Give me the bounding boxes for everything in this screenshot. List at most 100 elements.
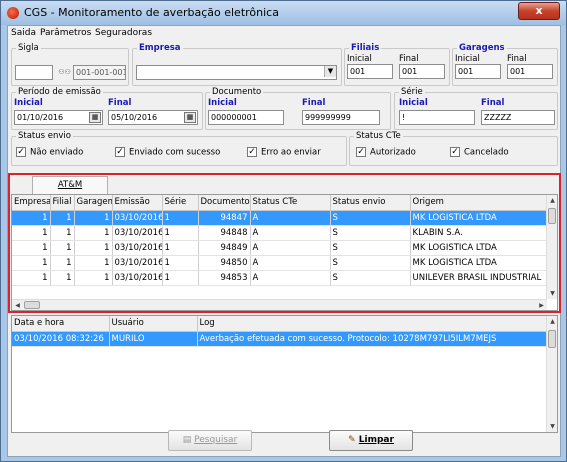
column-header[interactable]: Garagem	[74, 195, 113, 211]
serie-inicial-label: Inicial	[399, 98, 428, 108]
window-title: CGS - Monitoramento de averbação eletrôn…	[24, 6, 279, 19]
table-row[interactable]: 1 1 1 03/10/2016 1 94848 A S KLABIN S.A.	[12, 225, 548, 241]
column-header[interactable]: Data e hora	[12, 316, 110, 332]
column-header[interactable]: Série	[162, 195, 199, 211]
grid-horizontal-scrollbar[interactable]: ◀ ▶	[12, 299, 547, 310]
app-icon	[7, 7, 19, 19]
column-header[interactable]: Filial	[50, 195, 75, 211]
table-row[interactable]: 1 1 1 03/10/2016 1 94847 A S MK LOGISTICA LTDA	[12, 210, 548, 226]
column-header[interactable]: Status CTe	[250, 195, 331, 211]
periodo-final-label: Final	[108, 98, 132, 108]
filiais-label: Filiais	[349, 43, 382, 53]
eraser-brush-icon: ✎	[348, 435, 356, 445]
tab-atm[interactable]: AT&M	[32, 176, 108, 194]
periodo-inicial-label: Inicial	[14, 98, 43, 108]
periodo-group: Período de emissão Inicial Final 01/10/2…	[11, 87, 203, 130]
documento-group: Documento Inicial Final 000000001 999999…	[205, 87, 391, 130]
documento-inicial-label: Inicial	[208, 98, 237, 108]
menu-parametros[interactable]: Parâmetros	[40, 28, 91, 38]
garagens-inicial-label: Inicial	[455, 54, 480, 64]
check-icon: ✓	[450, 147, 460, 157]
filiais-inicial-label: Inicial	[347, 54, 372, 64]
scroll-right-icon[interactable]: ▶	[536, 300, 547, 310]
table-row[interactable]: 1 1 1 03/10/2016 1 94850 A S MK LOGISTICA LTDA	[12, 255, 548, 271]
scroll-left-icon[interactable]: ◀	[12, 300, 23, 310]
grid-header-row: Empresa Filial Garagem Emissão Série Doc…	[12, 195, 548, 211]
serie-inicial-input[interactable]: !	[399, 110, 475, 125]
documento-label: Documento	[210, 87, 264, 97]
log-header-row: Data e hora Usuário Log	[12, 316, 548, 332]
documento-inicial-input[interactable]: 000000001	[208, 110, 284, 125]
log-vertical-scrollbar[interactable]: ▲ ▼	[546, 316, 557, 432]
serie-group: Série Inicial Final ! ZZZZZ	[394, 87, 558, 130]
close-button[interactable]: x	[518, 2, 560, 20]
title-bar: CGS - Monitoramento de averbação eletrôn…	[1, 1, 566, 25]
column-header[interactable]: Usuário	[109, 316, 198, 332]
garagens-group: Garagens Inicial Final 001 001	[452, 43, 558, 86]
sigla-code-field: 001-001-001	[73, 65, 126, 80]
documento-final-input[interactable]: 999999999	[302, 110, 380, 125]
autorizado-checkbox[interactable]: ✓ Autorizado	[356, 147, 416, 158]
documents-table: Empresa Filial Garagem Emissão Série Doc…	[12, 195, 548, 286]
empresa-group: Empresa ▼	[132, 43, 342, 86]
serie-final-label: Final	[481, 98, 505, 108]
filiais-inicial-input[interactable]: 001	[347, 64, 393, 79]
scroll-thumb[interactable]	[548, 208, 556, 224]
filiais-final-label: Final	[399, 54, 419, 64]
menu-saida[interactable]: Saida	[11, 28, 36, 38]
empresa-label: Empresa	[137, 43, 183, 53]
menu-bar: Saida Parâmetros Seguradoras	[8, 26, 560, 41]
column-header[interactable]: Status envio	[330, 195, 411, 211]
scroll-down-icon[interactable]: ▼	[547, 421, 557, 432]
log-row[interactable]: 03/10/2016 08:32:26 MURILO Averbação efe…	[12, 331, 548, 347]
empresa-select[interactable]	[136, 65, 337, 80]
garagens-final-label: Final	[507, 54, 527, 64]
check-icon: ✓	[16, 147, 26, 157]
filiais-final-input[interactable]: 001	[399, 64, 445, 79]
pesquisar-button[interactable]: ▤ Pesquisar	[168, 430, 252, 451]
scroll-down-icon[interactable]: ▼	[547, 288, 557, 299]
table-row[interactable]: 1 1 1 03/10/2016 1 94849 A S MK LOGISTICA LTDA	[12, 240, 548, 256]
filiais-group: Filiais Inicial Final 001 001	[344, 43, 450, 86]
main-window: CGS - Monitoramento de averbação eletrôn…	[0, 0, 567, 462]
erro-enviar-checkbox[interactable]: ✓ Erro ao enviar	[247, 147, 321, 158]
periodo-label: Período de emissão	[16, 87, 103, 97]
status-cte-group: Status CTe ✓ Autorizado ✓ Cancelado	[349, 131, 558, 166]
documento-final-label: Final	[302, 98, 326, 108]
table-row[interactable]: 1 1 1 03/10/2016 1 94853 A S UNILEVER BRASIL IND…	[12, 270, 548, 286]
scroll-up-icon[interactable]: ▲	[547, 316, 557, 327]
search-document-icon: ▤	[182, 435, 192, 445]
calendar-icon[interactable]: ▦	[89, 112, 101, 123]
check-icon: ✓	[115, 147, 125, 157]
enviado-sucesso-checkbox[interactable]: ✓ Enviado com sucesso	[115, 147, 220, 158]
calendar-icon[interactable]: ▦	[184, 112, 196, 123]
grid-vertical-scrollbar[interactable]: ▲ ▼	[546, 195, 557, 299]
scroll-up-icon[interactable]: ▲	[547, 195, 557, 206]
documents-grid: Empresa Filial Garagem Emissão Série Doc…	[11, 194, 558, 311]
sigla-input[interactable]	[15, 65, 53, 80]
garagens-final-input[interactable]: 001	[507, 64, 553, 79]
status-envio-group: Status envio ✓ Não enviado ✓ Enviado com s…	[11, 131, 347, 166]
cancelado-checkbox[interactable]: ✓ Cancelado	[450, 147, 509, 158]
sigla-label: Sigla	[16, 43, 41, 53]
column-header[interactable]: Origem	[410, 195, 548, 211]
status-cte-label: Status CTe	[354, 131, 403, 141]
limpar-button[interactable]: ✎ Limpar	[329, 430, 413, 451]
menu-seguradoras[interactable]: Seguradoras	[95, 28, 152, 38]
check-icon: ✓	[356, 147, 366, 157]
column-header[interactable]: Documento	[198, 195, 251, 211]
nao-enviado-checkbox[interactable]: ✓ Não enviado	[16, 147, 83, 158]
client-area: Saida Parâmetros Seguradoras Sigla ⚇⚇ 00…	[7, 25, 561, 457]
scroll-thumb[interactable]	[24, 301, 40, 309]
binoculars-icon[interactable]: ⚇⚇	[58, 67, 71, 78]
garagens-inicial-input[interactable]: 001	[455, 64, 501, 79]
serie-final-input[interactable]: ZZZZZ	[481, 110, 555, 125]
log-grid: Data e hora Usuário Log 03/10/2016 08:32…	[11, 315, 558, 433]
column-header[interactable]: Log	[197, 316, 548, 332]
check-icon: ✓	[247, 147, 257, 157]
column-header[interactable]: Empresa	[12, 195, 51, 211]
scroll-thumb[interactable]	[548, 330, 556, 348]
serie-label: Série	[399, 87, 425, 97]
column-header[interactable]: Emissão	[112, 195, 163, 211]
chevron-down-icon[interactable]: ▼	[324, 66, 336, 77]
